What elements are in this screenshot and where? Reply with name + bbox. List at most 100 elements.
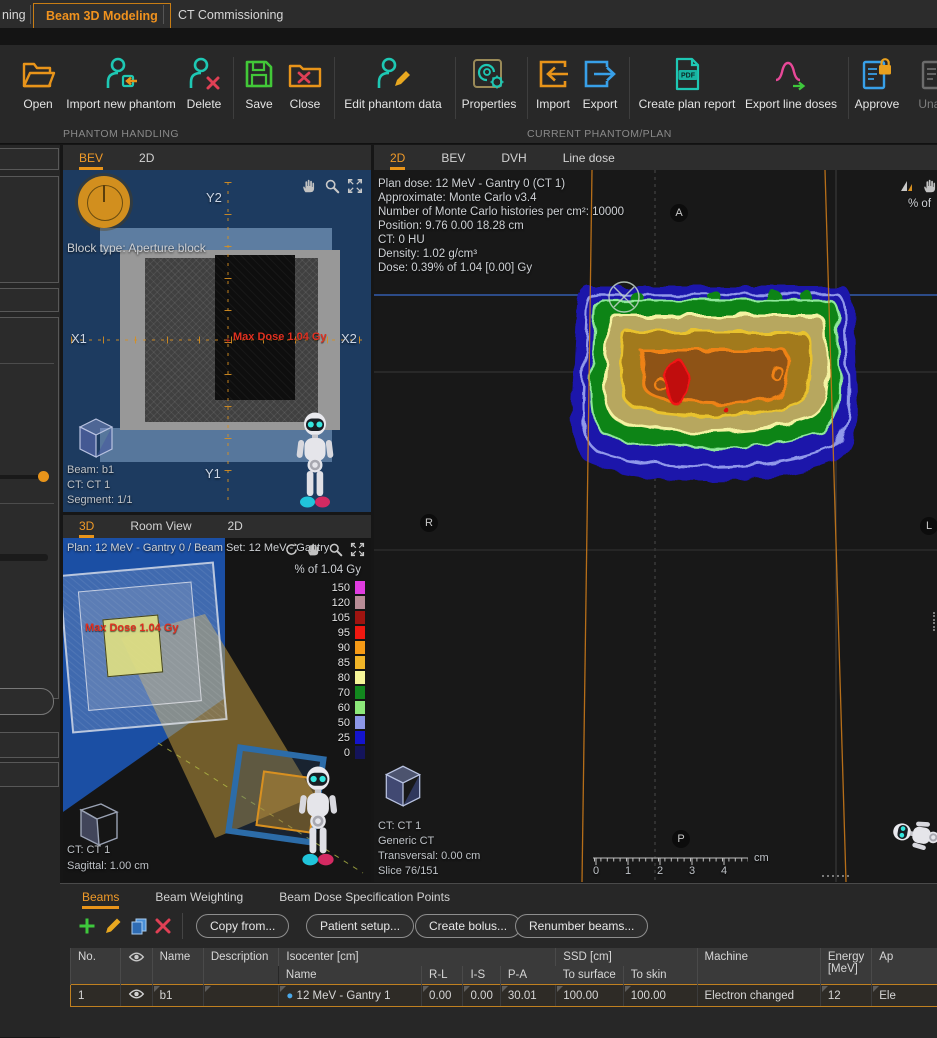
edit-phantom-data-button[interactable]: Edit phantom data	[337, 53, 449, 111]
col-ssd-group[interactable]: SSD [cm]	[556, 948, 697, 966]
pan-hand-icon[interactable]	[922, 178, 937, 194]
create-plan-report-button[interactable]: PDF Create plan report	[631, 53, 743, 111]
cell-name[interactable]: b1	[152, 985, 203, 1007]
col-name[interactable]: Name	[152, 948, 203, 985]
rotate-icon[interactable]	[284, 542, 299, 557]
col-description[interactable]: Description	[203, 948, 279, 985]
cell-pa[interactable]: 30.01	[500, 985, 555, 1007]
cell-applicator[interactable]: Ele	[872, 985, 937, 1007]
properties-button[interactable]: Properties	[457, 53, 521, 111]
import-button[interactable]: Import	[530, 53, 576, 111]
block-plane-3d	[63, 562, 228, 734]
dose2d-tab-bev[interactable]: BEV	[441, 151, 465, 170]
delete-beam-button[interactable]	[154, 917, 172, 935]
col-no[interactable]: No.	[71, 948, 121, 985]
line-dose-profile-icon	[739, 53, 843, 95]
cell-description[interactable]	[203, 985, 279, 1007]
bev-tab-bev[interactable]: BEV	[79, 151, 103, 170]
create-bolus-button[interactable]: Create bolus...	[415, 914, 521, 938]
add-beam-button[interactable]	[78, 917, 96, 935]
import-new-phantom-button[interactable]: Import new phantom	[56, 53, 186, 111]
bev-viewport[interactable]: Y2 Y1 X1 X2 Block type: Aperture block M…	[63, 170, 371, 512]
col-iso-name[interactable]: Name	[279, 966, 422, 985]
col-rl[interactable]: R-L	[422, 966, 463, 985]
axis-label-y2: Y2	[206, 190, 222, 205]
fullscreen-icon[interactable]	[347, 178, 363, 194]
renumber-beams-button[interactable]: Renumber beams...	[515, 914, 648, 938]
col-pa[interactable]: P-A	[500, 966, 555, 985]
vertical-splitter[interactable]	[931, 610, 936, 633]
open-button[interactable]: Open	[14, 53, 62, 111]
sidebar-pill-button[interactable]	[0, 688, 54, 715]
cell-to-skin[interactable]: 100.00	[623, 985, 697, 1007]
col-energy[interactable]: Energy[MeV]	[820, 948, 871, 985]
pan-hand-icon[interactable]	[301, 178, 317, 194]
colorbar-label: 25	[320, 732, 350, 744]
gantry-angle-dial[interactable]	[78, 176, 130, 228]
zoom-icon[interactable]	[324, 178, 340, 194]
col-to-surface[interactable]: To surface	[556, 966, 624, 985]
bev-view-tools	[301, 178, 363, 194]
approve-button[interactable]: Approve	[850, 53, 904, 111]
cell-rl[interactable]: 0.00	[422, 985, 463, 1007]
dose2d-tab-line-dose[interactable]: Line dose	[563, 151, 615, 170]
view3d-tab-3d[interactable]: 3D	[79, 519, 94, 538]
save-icon	[238, 53, 280, 95]
pan-hand-icon[interactable]	[306, 542, 321, 557]
fullscreen-icon[interactable]	[350, 542, 365, 557]
ruler-tick-label: 0	[593, 865, 599, 877]
beams-tab-spec-points[interactable]: Beam Dose Specification Points	[279, 890, 450, 909]
copy-beam-button[interactable]	[130, 917, 148, 935]
dose2d-viewport[interactable]: Plan dose: 12 MeV - Gantry 0 (CT 1) Appr…	[374, 170, 937, 882]
dose2d-tab-2d[interactable]: 2D	[390, 151, 405, 170]
col-is[interactable]: I-S	[463, 966, 500, 985]
tab-ct-commissioning[interactable]: CT Commissioning	[166, 3, 295, 27]
col-machine[interactable]: Machine	[697, 948, 820, 985]
sidebar-field[interactable]	[0, 288, 59, 312]
cell-is[interactable]: 0.00	[463, 985, 500, 1007]
view3d-viewport[interactable]: Plan: 12 MeV - Gantry 0 / Beam Set: 12 M…	[63, 538, 371, 882]
zoom-icon[interactable]	[328, 542, 343, 557]
cell-energy[interactable]: 12	[820, 985, 871, 1007]
isocenter-dot: ●	[286, 990, 296, 1002]
beams-table: No. Name Description Isocenter [cm] SSD …	[70, 948, 937, 1007]
unapprove-button[interactable]: Unapp	[906, 53, 937, 111]
edit-beam-button[interactable]	[104, 917, 122, 935]
export-button[interactable]: Export	[577, 53, 623, 111]
patient-setup-button[interactable]: Patient setup...	[306, 914, 414, 938]
sidebar-panel[interactable]	[0, 176, 59, 283]
dose-ct-name-label: Generic CT	[378, 835, 434, 847]
col-applicator[interactable]: Ap	[872, 948, 937, 985]
cell-visibility[interactable]	[120, 985, 152, 1007]
export-line-doses-button[interactable]: Export line doses	[739, 53, 843, 111]
save-button[interactable]: Save	[238, 53, 280, 111]
sidebar-field[interactable]	[0, 732, 59, 758]
sidebar-field[interactable]	[0, 148, 59, 170]
col-visibility[interactable]	[120, 948, 152, 985]
person-edit-icon	[337, 53, 449, 95]
col-isocenter-group[interactable]: Isocenter [cm]	[279, 948, 556, 966]
col-to-skin[interactable]: To skin	[623, 966, 697, 985]
beams-tab-weighting[interactable]: Beam Weighting	[155, 890, 243, 909]
sidebar-field[interactable]	[0, 762, 59, 787]
horizontal-splitter[interactable]	[820, 873, 850, 878]
colorbar-swatch	[355, 686, 365, 699]
tab-partial-left[interactable]: ning	[0, 3, 38, 27]
window-level-icon[interactable]	[899, 178, 915, 194]
beams-tab-beams[interactable]: Beams	[82, 890, 119, 909]
colorbar-swatch	[355, 641, 365, 654]
copy-from-button[interactable]: Copy from...	[196, 914, 289, 938]
close-button[interactable]: Close	[282, 53, 328, 111]
bev-ct-label: CT: CT 1	[67, 479, 110, 491]
dose2d-tab-dvh[interactable]: DVH	[501, 151, 526, 170]
slider-track[interactable]	[0, 554, 48, 561]
cell-iso-name[interactable]: ● 12 MeV - Gantry 1	[279, 985, 422, 1007]
view3d-tab-room-view[interactable]: Room View	[130, 519, 191, 538]
slider-handle[interactable]	[38, 471, 49, 482]
beam-row[interactable]: 1 b1 ● 12 MeV - Gantry 1 0.00 0.00 30.01…	[71, 985, 937, 1007]
view3d-tab-2d[interactable]: 2D	[227, 519, 242, 538]
ruler-tick-label: 2	[657, 865, 663, 877]
tab-beam-3d-modeling[interactable]: Beam 3D Modeling	[33, 3, 171, 28]
bev-tab-2d[interactable]: 2D	[139, 151, 154, 170]
delete-button[interactable]: Delete	[180, 53, 228, 111]
